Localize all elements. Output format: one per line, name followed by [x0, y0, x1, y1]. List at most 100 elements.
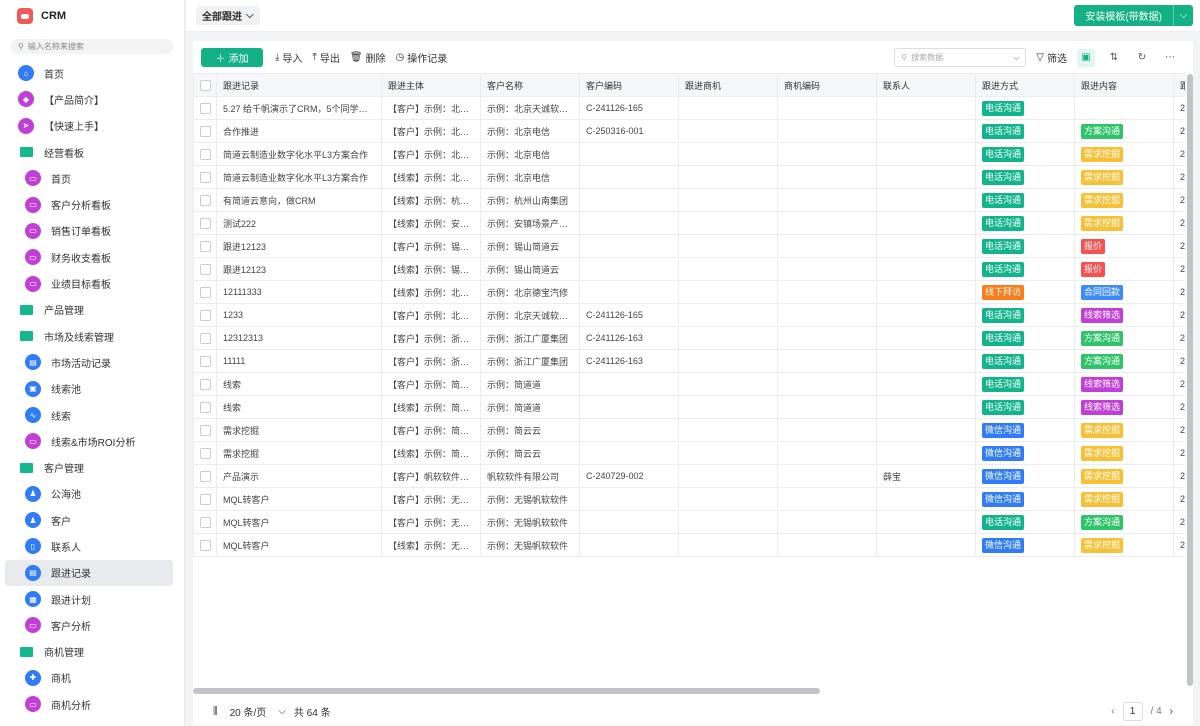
- sidebar-item[interactable]: ▭ 客户分析: [5, 612, 173, 638]
- horizontal-scrollbar[interactable]: [193, 688, 820, 694]
- sidebar-item[interactable]: ♟ 公海池: [5, 481, 173, 507]
- delete-button[interactable]: 🗑 删除: [350, 50, 386, 65]
- prev-page-icon[interactable]: ‹: [1111, 706, 1114, 717]
- table-row[interactable]: 产品演示 【客户】帆软软件有... 帆软软件有限公司 C-240729-002 薛宝 微信…: [193, 464, 1185, 488]
- column-header[interactable]: 客户名称: [480, 73, 580, 97]
- sidebar-item[interactable]: ∿ 线索: [5, 402, 173, 428]
- table-row[interactable]: 需求挖掘【线索】示例：简云...示例：简云云微信沟通需求挖掘20: [193, 441, 1185, 465]
- sidebar-item[interactable]: ▭ 线索&市场ROI分析: [5, 428, 173, 454]
- column-header[interactable]: 跟进内容: [1074, 73, 1174, 97]
- nav-search-input[interactable]: ⚲ 输入名称来搜索: [11, 39, 173, 54]
- sidebar-item[interactable]: ▭ 客户分析看板: [5, 191, 173, 217]
- row-checkbox[interactable]: [193, 211, 217, 235]
- row-checkbox[interactable]: [193, 188, 217, 212]
- sidebar-item[interactable]: ▭ 业绩目标看板: [5, 270, 173, 296]
- view-selector[interactable]: 全部跟进 ⌵: [196, 6, 260, 25]
- sidebar-item[interactable]: ➤ 【快速上手】: [5, 113, 173, 139]
- select-all-checkbox[interactable]: [193, 73, 217, 97]
- row-checkbox[interactable]: [193, 533, 217, 557]
- table-row[interactable]: 简道云制造业数字化水平L3方案合作 【线索】示例：北京... 示例：北京电信 电话沟通…: [193, 165, 1185, 189]
- page-input[interactable]: 1: [1122, 702, 1143, 721]
- more-icon[interactable]: ⋯: [1161, 49, 1179, 67]
- sidebar-item[interactable]: ▤ 市场活动记录: [5, 349, 173, 375]
- sidebar-item[interactable]: ✚ 商机: [5, 665, 173, 691]
- row-checkbox[interactable]: [193, 418, 217, 442]
- sidebar-item[interactable]: ▭ 商机分析: [5, 691, 173, 717]
- sidebar-item[interactable]: 客户管理: [5, 454, 173, 480]
- import-button[interactable]: ⤓ 导入: [275, 50, 302, 65]
- row-checkbox[interactable]: [193, 142, 217, 166]
- next-page-icon[interactable]: ›: [1170, 706, 1173, 717]
- table-row[interactable]: 需求挖掘【客户】示例：简云...示例：简云云微信沟通需求挖掘20: [193, 418, 1185, 442]
- row-checkbox[interactable]: [193, 349, 217, 373]
- row-checkbox[interactable]: [193, 257, 217, 281]
- table-row[interactable]: MQL转客户【客户】示例：无锡...示例：无锡帆软软件 微信沟通 需求挖掘 20: [193, 487, 1185, 511]
- row-checkbox[interactable]: [193, 280, 217, 304]
- column-header[interactable]: 跟: [1173, 73, 1185, 97]
- chevron-down-icon[interactable]: ⌵: [278, 706, 286, 717]
- sidebar-item[interactable]: 市场及线索管理: [5, 323, 173, 349]
- install-template-button[interactable]: 安装模板(带数据) ⌵: [1074, 5, 1193, 26]
- table-row[interactable]: 简道云制造业数字化水平L3方案合作 【客户】示例：北京... 示例：北京电信 电话沟通…: [193, 142, 1185, 166]
- row-checkbox[interactable]: [193, 234, 217, 258]
- export-button[interactable]: ⤒ 导出: [312, 50, 339, 65]
- card-view-icon[interactable]: ▣: [1077, 48, 1095, 67]
- sidebar-item[interactable]: ▤ 跟进记录: [5, 559, 173, 586]
- row-checkbox[interactable]: [193, 303, 217, 327]
- table-row[interactable]: 跟进12123【线索】示例：锡山...示例：锡山简道云 电话沟通 报价 20: [193, 257, 1185, 281]
- row-checkbox[interactable]: [193, 464, 217, 488]
- page-size-select[interactable]: 20 条/页: [230, 704, 267, 719]
- sidebar-item[interactable]: ▦ 跟进计划: [5, 586, 173, 612]
- sidebar-item[interactable]: 经营看板: [5, 139, 173, 165]
- table-row[interactable]: MQL转客户【线索】示例：无锡...示例：无锡帆软软件 微信沟通 需求挖掘 20: [193, 533, 1185, 557]
- sidebar-item[interactable]: ▯ 联系人: [5, 533, 173, 559]
- refresh-icon[interactable]: ↻: [1133, 49, 1151, 67]
- sidebar-item[interactable]: ▣ 线索池: [5, 376, 173, 402]
- row-checkbox[interactable]: [193, 326, 217, 350]
- row-checkbox[interactable]: [193, 395, 217, 419]
- sidebar-item[interactable]: ▭ 首页: [5, 165, 173, 191]
- sidebar-item[interactable]: ▭ 财务收支看板: [5, 244, 173, 270]
- column-header[interactable]: 商机编码: [777, 73, 877, 97]
- table-row[interactable]: 线索【线索】示例：简道...示例：简道道 电话沟通 线索筛选 20: [193, 395, 1185, 419]
- sidebar-item[interactable]: ⌂ 首页: [5, 60, 173, 86]
- sidebar-item[interactable]: ◆ 【产品简介】: [5, 86, 173, 112]
- table-row[interactable]: 12312313 【客户】示例：浙江... 示例：浙江广厦集团 C-241126-16…: [193, 326, 1185, 350]
- row-checkbox[interactable]: [193, 372, 217, 396]
- row-checkbox[interactable]: [193, 487, 217, 511]
- table-row[interactable]: 5.27 给千帆演示了CRM，5个同学很有... 【客户】示例：北京... 示例：北…: [193, 96, 1185, 120]
- table-row[interactable]: MQL转客户【客户】示例：无锡...示例：无锡帆软软件 电话沟通 方案沟通 20: [193, 510, 1185, 534]
- sort-icon[interactable]: ⇅: [1105, 49, 1123, 67]
- sidebar-item[interactable]: ♟ 客户: [5, 507, 173, 533]
- table-row[interactable]: 1233 【客户】示例：北京... 示例：北京天诚软件... C-241126-165…: [193, 303, 1185, 327]
- row-checkbox[interactable]: [193, 119, 217, 143]
- operation-log-button[interactable]: ◷ 操作记录: [396, 50, 448, 65]
- column-header[interactable]: 跟进记录: [216, 73, 382, 97]
- table-row[interactable]: 测试222【线索】示例：安镇...示例：安镇场景产品... 电话沟通 需求挖掘 20: [193, 211, 1185, 235]
- column-settings-icon[interactable]: ⫼: [213, 706, 218, 717]
- table-row[interactable]: 11111 【客户】示例：浙江... 示例：浙江广厦集团 C-241126-163 电话…: [193, 349, 1185, 373]
- row-checkbox[interactable]: [193, 441, 217, 465]
- row-checkbox[interactable]: [193, 165, 217, 189]
- sidebar-item[interactable]: ▭ 销售订单看板: [5, 218, 173, 244]
- table-row[interactable]: 12111333【线索】示例：北京...示例：北京德宝汽修 线下拜访 合同回款 20: [193, 280, 1185, 304]
- vertical-scrollbar[interactable]: [1187, 74, 1193, 686]
- chevron-down-icon[interactable]: ⌵: [1173, 5, 1193, 26]
- sidebar-item[interactable]: 商机管理: [5, 639, 173, 665]
- column-header[interactable]: 跟进主体: [381, 73, 481, 97]
- table-row[interactable]: 线索【客户】示例：简道...示例：简道道 电话沟通 线索筛选 20: [193, 372, 1185, 396]
- table-row[interactable]: 合作推进 【客户】示例：北京... 示例：北京电信 C-250316-001 电话沟通 方…: [193, 119, 1185, 143]
- data-search-input[interactable]: ⚲ 搜索数据 ⌵: [894, 48, 1027, 67]
- column-header[interactable]: 客户编码: [579, 73, 679, 97]
- sidebar-item[interactable]: 产品管理: [5, 297, 173, 323]
- column-header[interactable]: 联系人: [876, 73, 976, 97]
- row-checkbox[interactable]: [193, 510, 217, 534]
- row-checkbox[interactable]: [193, 96, 217, 120]
- app-logo[interactable]: CRM: [0, 0, 184, 32]
- column-header[interactable]: 跟进方式: [975, 73, 1075, 97]
- column-header[interactable]: 跟进商机: [678, 73, 778, 97]
- table-row[interactable]: 有简道云意向，做CRM 【线索】示例：杭州... 示例：杭州山南集团 电话沟通 需求挖掘…: [193, 188, 1185, 212]
- add-button[interactable]: ＋添加: [201, 47, 263, 67]
- filter-button[interactable]: ▽ 筛选: [1036, 50, 1067, 65]
- table-row[interactable]: 跟进12123【客户】示例：锡山...示例：锡山简道云 电话沟通 报价 20: [193, 234, 1185, 258]
